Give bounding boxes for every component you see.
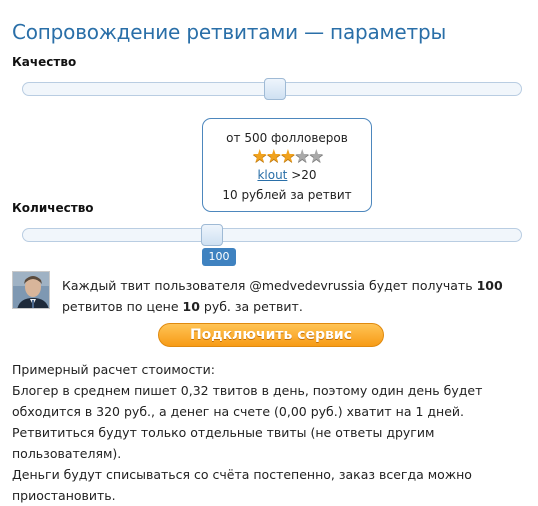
tooltip-followers: от 500 фолловеров [226, 131, 348, 145]
estimate-line: Ретвититься будут только отдельные твиты… [12, 425, 435, 461]
description-text: ретвитов по цене [62, 299, 183, 314]
description-text: Каждый твит пользователя @medvedevrussia… [62, 278, 477, 293]
estimate-line: обходится в 320 руб., а денег на счете (… [12, 404, 464, 419]
description: Каждый твит пользователя @medvedevrussia… [62, 275, 532, 317]
retweet-price: 10 [182, 299, 200, 314]
estimate-line: Примерный расчет стоимости: [12, 362, 215, 377]
tooltip-klout: klout >20 [203, 168, 371, 182]
estimate-line: Деньги будут списываться со счёта постеп… [12, 467, 472, 482]
star-icon: ★ [308, 146, 324, 167]
connect-service-button[interactable]: Подключить сервис [158, 323, 384, 347]
quantity-slider-track[interactable] [22, 228, 522, 242]
quality-tooltip: от 500 фолловеров ★★★★★ klout >20 10 руб… [202, 118, 372, 212]
page-title: Сопровождение ретвитами — параметры [12, 20, 447, 44]
tooltip-price: 10 рублей за ретвит [222, 188, 352, 202]
avatar [12, 271, 50, 309]
quality-label: Качество [12, 55, 77, 69]
star-icon: ★ [279, 146, 296, 167]
klout-value: >20 [291, 168, 317, 182]
star-icon: ★ [294, 146, 310, 167]
quantity-label: Количество [12, 201, 94, 215]
klout-link[interactable]: klout [257, 168, 287, 182]
star-icon: ★ [265, 146, 282, 167]
quality-slider-handle[interactable] [264, 78, 286, 100]
quantity-value-badge: 100 [202, 248, 236, 266]
star-icon: ★ [251, 146, 268, 167]
quantity-slider-handle[interactable] [201, 224, 223, 246]
rating-stars: ★★★★★ [203, 148, 371, 166]
estimate-line: приостановить. [12, 488, 116, 503]
estimate-line: Блогер в среднем пишет 0,32 твитов в ден… [12, 383, 483, 398]
retweet-count: 100 [476, 278, 503, 293]
description-text: руб. за ретвит. [199, 299, 303, 314]
